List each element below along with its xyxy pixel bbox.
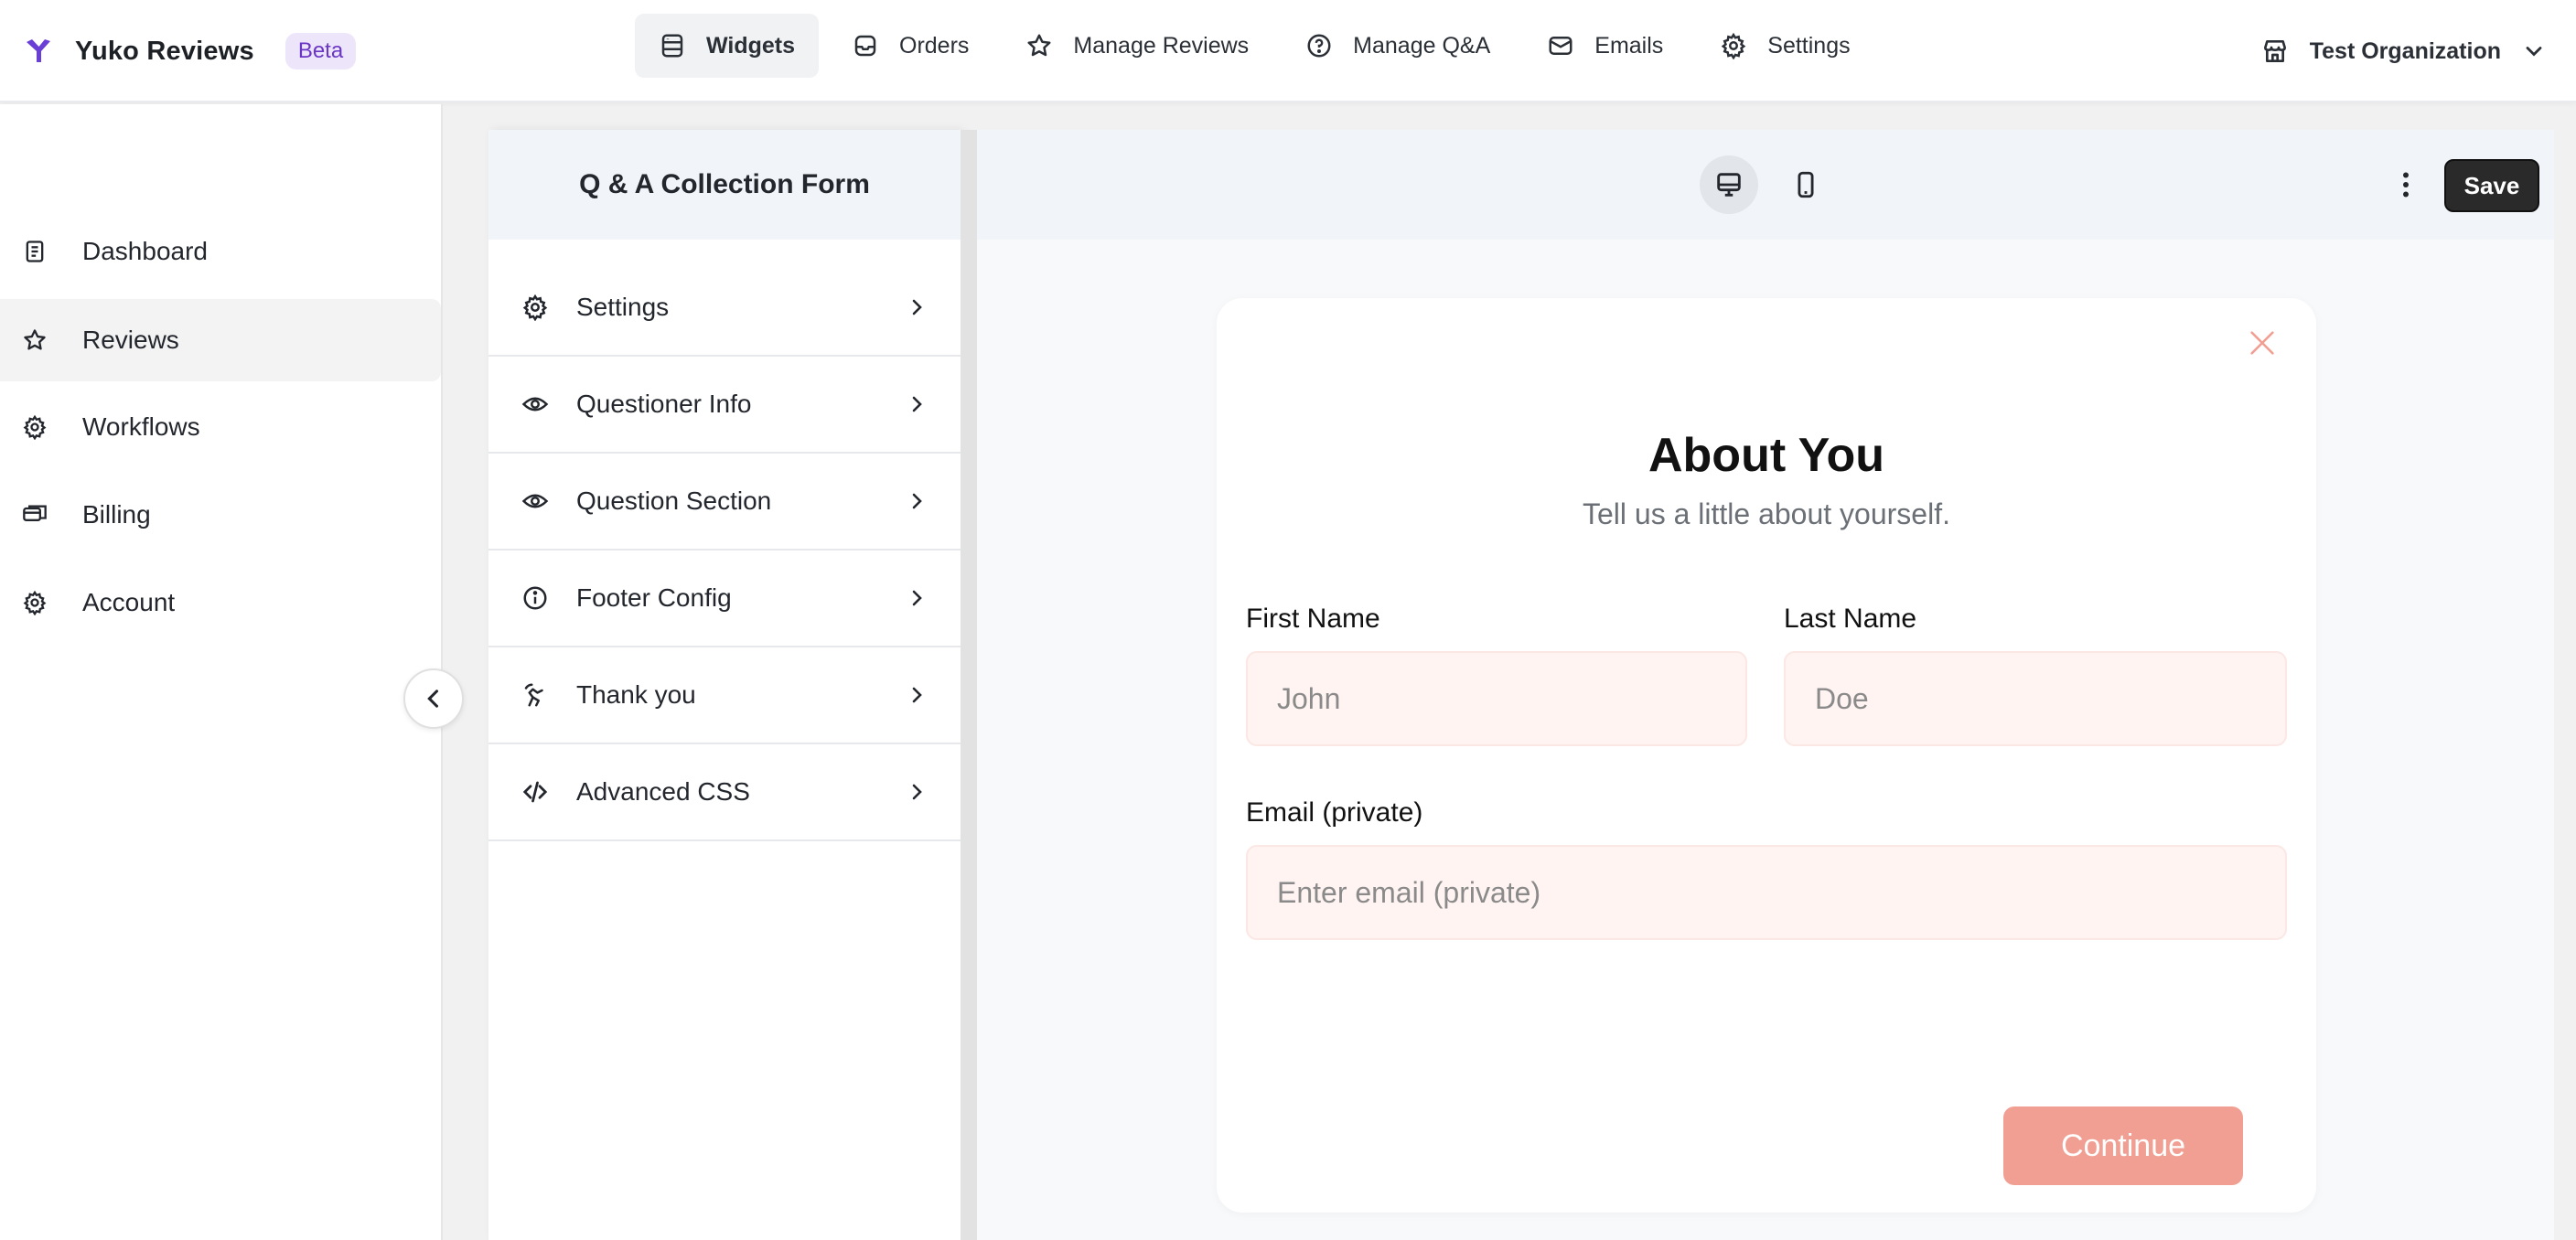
star-icon xyxy=(24,329,46,350)
chevron-right-icon xyxy=(912,590,922,606)
email-label: Email (private) xyxy=(1246,797,1423,828)
organization-switcher[interactable]: Test Organization xyxy=(2260,22,2547,80)
sidebar-item-reviews[interactable]: Reviews xyxy=(0,299,441,381)
beta-badge: Beta xyxy=(284,33,357,69)
first-name-label: First Name xyxy=(1246,604,1380,634)
desktop-icon xyxy=(1717,173,1741,197)
panel-item-label: Advanced CSS xyxy=(576,777,750,806)
chevron-right-icon xyxy=(912,396,922,412)
nav-orders[interactable]: Orders xyxy=(828,14,993,78)
eye-gear-icon xyxy=(521,397,549,412)
panel-item-label: Questioner Info xyxy=(576,390,752,418)
desktop-view-button[interactable] xyxy=(1700,155,1758,214)
nav-emails-label: Emails xyxy=(1594,32,1664,59)
sidebar-item-account[interactable]: Account xyxy=(0,561,441,644)
chevron-right-icon xyxy=(912,493,922,509)
widget-preview: Save About You Tell us a little about yo… xyxy=(977,130,2554,1240)
mail-icon xyxy=(1549,37,1572,55)
sidebar-item-billing[interactable]: Billing xyxy=(0,474,441,556)
last-name-label: Last Name xyxy=(1784,604,1917,634)
panel-item-footer-config[interactable]: Footer Config xyxy=(488,551,961,647)
more-options-button[interactable] xyxy=(2386,165,2426,205)
mobile-view-button[interactable] xyxy=(1776,155,1835,214)
panel-menu: Settings Questioner Info Question Sectio… xyxy=(488,240,961,841)
chevron-right-icon xyxy=(912,299,922,315)
panel-item-label: Question Section xyxy=(576,486,772,515)
chevron-right-icon xyxy=(912,687,922,703)
question-circle-icon xyxy=(1307,34,1331,58)
store-icon xyxy=(2263,40,2286,62)
kebab-menu-icon xyxy=(2403,172,2409,198)
nav-emails[interactable]: Emails xyxy=(1523,14,1687,78)
cards-icon xyxy=(23,505,47,521)
widgets-icon xyxy=(661,34,683,58)
brand-name: Yuko Reviews xyxy=(75,36,254,66)
gear-icon xyxy=(522,294,548,321)
yuko-logo-icon xyxy=(27,39,50,62)
nav-manage-reviews[interactable]: Manage Reviews xyxy=(1002,14,1272,78)
email-field[interactable] xyxy=(1246,845,2287,940)
last-name-field[interactable] xyxy=(1784,651,2287,746)
about-you-form-card: About You Tell us a little about yoursel… xyxy=(1217,298,2316,1213)
save-button[interactable]: Save xyxy=(2444,159,2539,212)
organization-name: Test Organization xyxy=(2309,37,2501,64)
chevron-left-icon xyxy=(427,689,439,708)
star-icon xyxy=(1027,34,1051,57)
form-subtitle: Tell us a little about yourself. xyxy=(1583,497,1950,530)
nav-settings-label: Settings xyxy=(1767,32,1851,59)
form-settings-panel: Q & A Collection Form Settings Questione… xyxy=(488,130,961,1240)
nav-settings[interactable]: Settings xyxy=(1696,14,1873,78)
ledger-icon xyxy=(26,241,44,262)
main-nav: Widgets Orders Manage Reviews Manage Q&A… xyxy=(635,14,1884,78)
panel-item-questioner-info[interactable]: Questioner Info xyxy=(488,357,961,454)
nav-manage-qa-label: Manage Q&A xyxy=(1353,32,1491,59)
gear-icon xyxy=(23,414,47,440)
sidebar-item-dashboard[interactable]: Dashboard xyxy=(0,210,441,293)
panel-item-label: Footer Config xyxy=(576,583,732,612)
panel-item-settings[interactable]: Settings xyxy=(488,260,961,357)
panel-item-advanced-css[interactable]: Advanced CSS xyxy=(488,744,961,841)
nav-manage-reviews-label: Manage Reviews xyxy=(1073,32,1250,59)
continue-button[interactable]: Continue xyxy=(2003,1106,2243,1185)
mobile-icon xyxy=(1798,171,1814,198)
sidebar-item-label: Reviews xyxy=(82,326,179,354)
panel-item-thank-you[interactable]: Thank you xyxy=(488,647,961,744)
preview-toolbar: Save xyxy=(977,130,2554,240)
wave-hand-icon xyxy=(524,683,543,707)
first-name-field[interactable] xyxy=(1246,651,1747,746)
panel-divider xyxy=(961,130,977,1240)
info-icon xyxy=(523,586,547,610)
panel-item-label: Settings xyxy=(576,293,670,321)
sidebar-item-label: Workflows xyxy=(82,412,200,441)
nav-manage-qa[interactable]: Manage Q&A xyxy=(1282,14,1514,78)
form-title: About You xyxy=(1648,429,1885,482)
brand[interactable]: Yuko Reviews Beta xyxy=(24,26,357,77)
chevron-down-icon xyxy=(2526,47,2542,57)
nav-orders-label: Orders xyxy=(899,32,970,59)
sidebar-item-workflows[interactable]: Workflows xyxy=(0,386,441,468)
gear-icon xyxy=(1721,32,1746,59)
eye-gear-icon xyxy=(521,494,549,508)
panel-item-label: Thank you xyxy=(576,680,696,709)
inbox-icon xyxy=(854,35,876,57)
nav-widgets-label: Widgets xyxy=(706,32,795,59)
nav-widgets[interactable]: Widgets xyxy=(635,14,819,78)
panel-item-question-section[interactable]: Question Section xyxy=(488,454,961,551)
sidebar-item-label: Billing xyxy=(82,500,151,529)
top-navbar: Yuko Reviews Beta Widgets Orders Manage … xyxy=(0,0,2576,102)
collapse-sidebar-button[interactable] xyxy=(403,668,464,729)
chevron-right-icon xyxy=(912,784,922,800)
sidebar-item-label: Dashboard xyxy=(82,237,208,265)
gear-icon xyxy=(23,590,47,615)
sidebar-item-label: Account xyxy=(82,588,176,616)
code-icon xyxy=(522,781,548,803)
panel-title: Q & A Collection Form xyxy=(488,130,961,240)
sidebar: Dashboard Reviews Workflows Billing Acco… xyxy=(0,104,443,1240)
close-icon[interactable] xyxy=(2247,327,2278,358)
